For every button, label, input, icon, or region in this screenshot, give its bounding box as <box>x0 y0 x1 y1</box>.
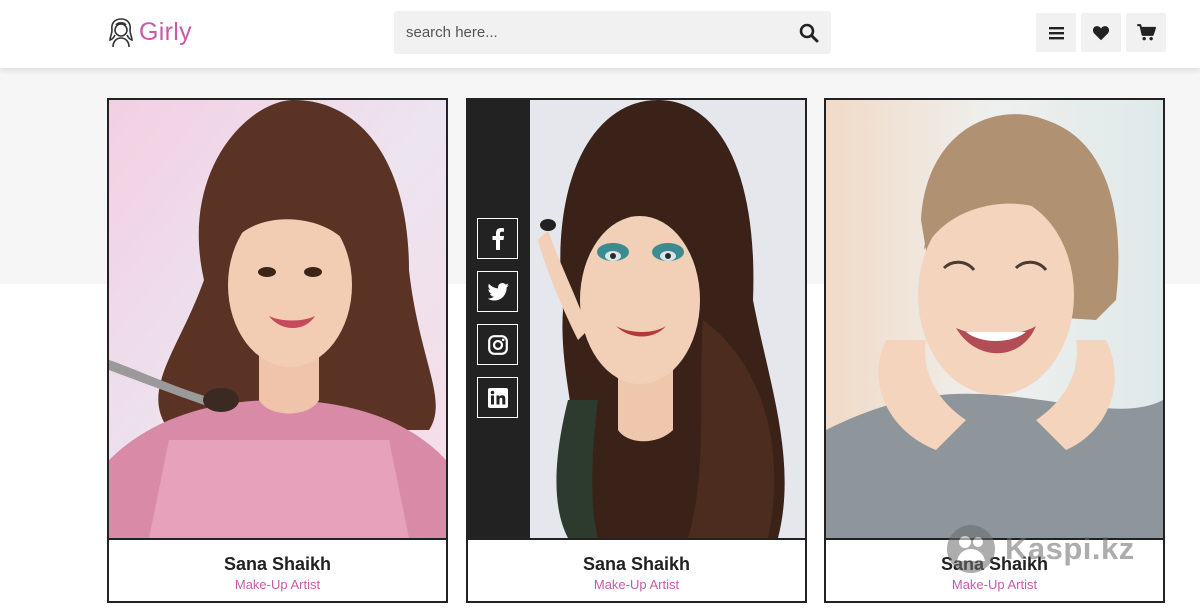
heart-icon <box>1092 25 1110 40</box>
twitter-icon <box>486 282 509 300</box>
member-role: Make-Up Artist <box>234 577 321 592</box>
site-header: Girly <box>0 0 1200 68</box>
facebook-icon <box>492 227 504 250</box>
linkedin-icon <box>487 387 508 408</box>
brand-name: Girly <box>139 17 192 46</box>
makeup-artist-photo <box>109 100 446 540</box>
girl-logo-icon <box>109 18 133 48</box>
kaspi-logo-icon <box>947 525 995 573</box>
member-name: Sana Shaikh <box>582 554 691 574</box>
member-name: Sana Shaikh <box>223 554 332 574</box>
member-role: Make-Up Artist <box>951 577 1038 592</box>
team-card[interactable]: Sana Shaikh Make-Up Artist <box>466 98 807 603</box>
watermark-text: Kaspi.kz <box>1005 531 1135 566</box>
search-input[interactable] <box>394 11 798 54</box>
member-role: Make-Up Artist <box>593 577 680 592</box>
bars-icon <box>1048 26 1064 39</box>
instagram-link[interactable] <box>477 324 518 365</box>
cart-icon <box>1136 24 1156 41</box>
wishlist-button[interactable] <box>1081 13 1121 52</box>
linkedin-link[interactable] <box>477 377 518 418</box>
cart-button[interactable] <box>1126 13 1166 52</box>
makeup-artist-photo <box>826 100 1163 540</box>
watermark: Kaspi.kz <box>945 523 1135 575</box>
card-caption: Sana Shaikh Make-Up Artist <box>109 542 446 601</box>
team-card[interactable]: Sana Shaikh Make-Up Artist <box>107 98 448 603</box>
twitter-link[interactable] <box>477 271 518 312</box>
brand-logo[interactable]: Girly <box>107 16 192 48</box>
social-links-strip <box>468 100 530 538</box>
menu-button[interactable] <box>1036 13 1076 52</box>
search-button[interactable] <box>793 17 825 49</box>
instagram-icon <box>487 334 508 355</box>
card-caption: Sana Shaikh Make-Up Artist <box>468 542 805 601</box>
search-icon <box>799 23 819 43</box>
makeup-artist-photo <box>468 100 805 540</box>
facebook-link[interactable] <box>477 218 518 259</box>
search-bar <box>394 11 831 54</box>
